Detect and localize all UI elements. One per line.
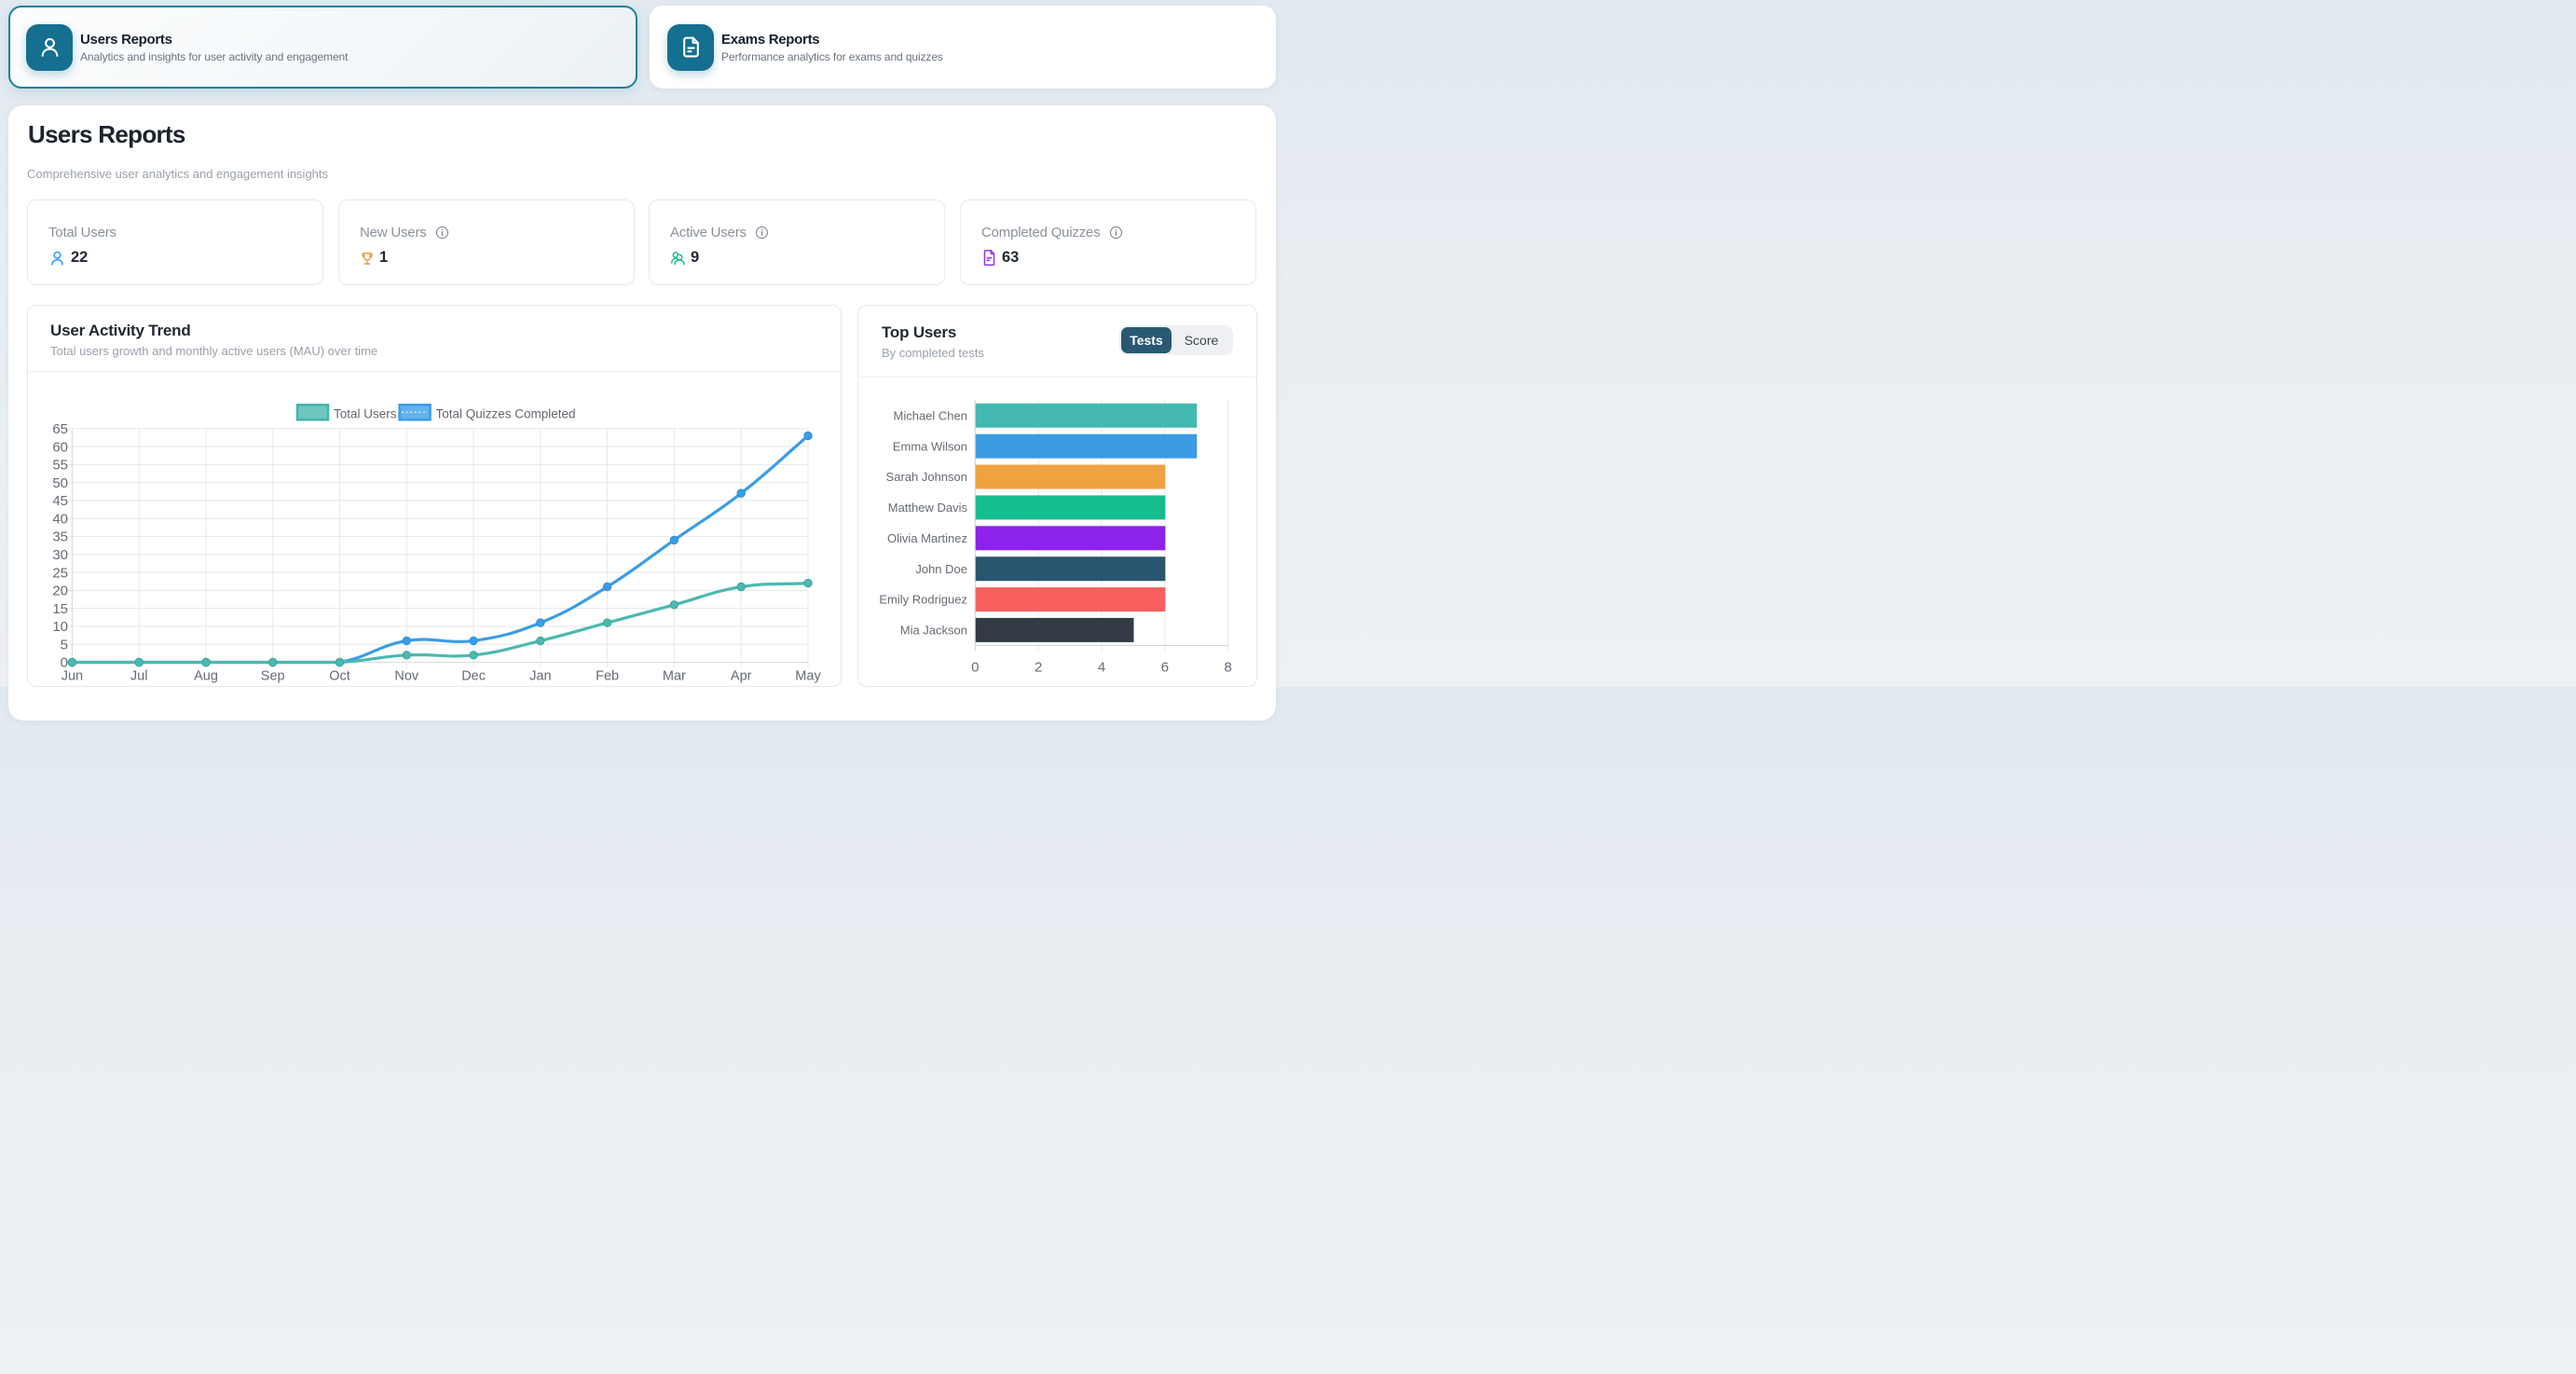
svg-text:Sarah Johnson: Sarah Johnson: [886, 470, 967, 484]
svg-text:Sep: Sep: [261, 669, 285, 684]
svg-text:10: 10: [52, 619, 68, 635]
svg-text:Apr: Apr: [731, 669, 752, 684]
svg-text:8: 8: [1225, 659, 1232, 675]
svg-text:May: May: [795, 669, 821, 684]
svg-text:55: 55: [52, 458, 68, 474]
svg-text:20: 20: [52, 584, 68, 599]
svg-text:Nov: Nov: [394, 669, 419, 684]
svg-text:25: 25: [52, 565, 68, 581]
svg-text:4: 4: [1098, 659, 1105, 675]
svg-text:2: 2: [1035, 659, 1042, 675]
svg-text:45: 45: [52, 493, 68, 509]
svg-text:65: 65: [52, 421, 68, 437]
svg-text:Total Users: Total Users: [334, 407, 397, 421]
svg-text:Jan: Jan: [529, 669, 551, 684]
svg-text:Michael Chen: Michael Chen: [894, 408, 968, 422]
svg-text:35: 35: [52, 529, 68, 545]
svg-text:30: 30: [52, 547, 68, 563]
svg-text:50: 50: [52, 475, 68, 491]
svg-text:John Doe: John Doe: [915, 562, 967, 576]
svg-text:15: 15: [52, 601, 68, 617]
svg-text:Jul: Jul: [130, 669, 148, 684]
svg-text:Total Quizzes Completed: Total Quizzes Completed: [436, 407, 576, 421]
svg-text:6: 6: [1161, 659, 1169, 675]
svg-text:Oct: Oct: [329, 669, 350, 684]
svg-text:0: 0: [971, 659, 979, 675]
svg-text:Dec: Dec: [461, 669, 486, 684]
svg-text:Emma Wilson: Emma Wilson: [893, 439, 967, 453]
svg-text:Feb: Feb: [596, 669, 619, 684]
svg-text:Jun: Jun: [62, 669, 83, 684]
svg-text:40: 40: [52, 511, 68, 527]
svg-text:Mia Jackson: Mia Jackson: [900, 624, 967, 638]
svg-text:Emily Rodriguez: Emily Rodriguez: [879, 593, 967, 607]
svg-text:60: 60: [52, 439, 68, 455]
svg-text:Aug: Aug: [194, 669, 218, 684]
svg-text:Olivia Martinez: Olivia Martinez: [887, 531, 967, 545]
svg-text:Matthew Davis: Matthew Davis: [888, 501, 968, 515]
svg-text:Mar: Mar: [663, 669, 686, 684]
svg-text:5: 5: [61, 637, 68, 653]
